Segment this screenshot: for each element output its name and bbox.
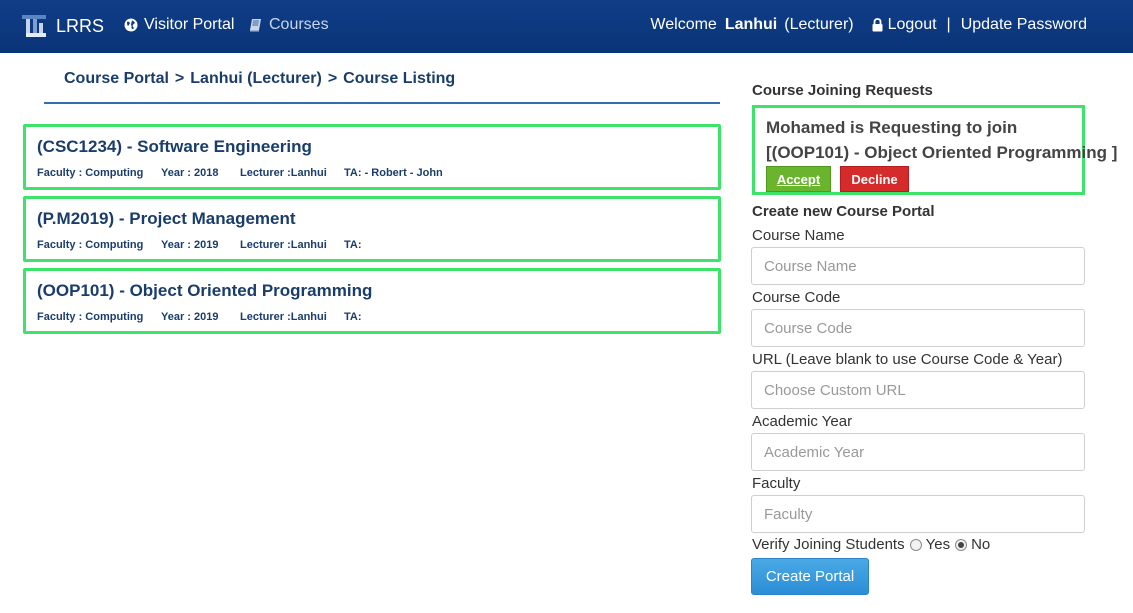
visitor-portal-link[interactable]: Visitor Portal (124, 16, 234, 34)
verify-students-label: Verify Joining Students (752, 536, 905, 553)
course-meta: Faculty : Computing Year : 2019 Lecturer… (37, 239, 362, 251)
course-meta: Faculty : Computing Year : 2019 Lecturer… (37, 311, 362, 323)
logout-label: Logout (887, 16, 937, 33)
user-role: (Lecturer) (784, 16, 854, 33)
request-course: [(OOP101) - Object Oriented Programming … (766, 143, 1118, 162)
user-name: Lanhui (724, 16, 778, 33)
breadcrumb-user[interactable]: Lanhui (Lecturer) (190, 70, 322, 87)
create-portal-heading: Create new Course Portal (752, 203, 935, 220)
course-year: Year : 2019 (161, 239, 219, 251)
course-year: Year : 2019 (161, 311, 219, 323)
course-title[interactable]: (CSC1234) - Software Engineering (37, 137, 312, 157)
course-lecturer: Lecturer :Lanhui (240, 239, 327, 251)
course-lecturer: Lecturer :Lanhui (240, 167, 327, 179)
academic-year-label: Academic Year (752, 413, 853, 430)
courses-link[interactable]: Courses (249, 16, 329, 34)
top-navbar: LRRS Visitor Portal Courses Welcome Lanh… (0, 0, 1133, 53)
update-password-link[interactable]: Update Password (961, 16, 1087, 34)
course-ta: TA: - Robert - John (344, 167, 443, 179)
book-icon (250, 19, 261, 32)
faculty-label: Faculty (752, 475, 801, 492)
course-title[interactable]: (P.M2019) - Project Management (37, 209, 296, 229)
course-lecturer: Lecturer :Lanhui (240, 311, 327, 323)
decline-button[interactable]: Decline (840, 166, 909, 192)
brand-link[interactable]: LRRS (20, 13, 104, 39)
request-text: Mohamed is Requesting to join (766, 118, 1018, 137)
nav-separator: | (946, 16, 951, 33)
course-title[interactable]: (OOP101) - Object Oriented Programming (37, 281, 372, 301)
brand-name: LRRS (56, 15, 105, 36)
course-code-input[interactable] (751, 309, 1085, 347)
accept-button[interactable]: Accept (766, 166, 831, 192)
logout-link[interactable]: Logout (872, 16, 937, 34)
course-name-label: Course Name (752, 227, 845, 244)
breadcrumb-separator: > (174, 70, 185, 87)
course-code-label: Course Code (752, 289, 841, 306)
url-label: URL (Leave blank to use Course Code & Ye… (752, 351, 1063, 368)
course-card[interactable]: (P.M2019) - Project Management Faculty :… (23, 196, 721, 262)
faculty-input[interactable] (751, 495, 1085, 533)
course-card[interactable]: (OOP101) - Object Oriented Programming F… (23, 268, 721, 334)
breadcrumb-separator: > (327, 70, 338, 87)
welcome-text: Welcome (650, 16, 717, 33)
verify-yes-label: Yes (925, 536, 951, 553)
course-faculty: Faculty : Computing (37, 239, 144, 251)
breadcrumb: Course Portal > Lanhui (Lecturer) > Course L… (44, 70, 720, 104)
globe-icon (124, 18, 138, 32)
verify-no-radio[interactable] (955, 538, 968, 551)
course-year: Year : 2018 (161, 167, 219, 179)
lock-icon (872, 18, 883, 32)
course-name-input[interactable] (751, 247, 1085, 285)
course-faculty: Faculty : Computing (37, 311, 144, 323)
course-meta: Faculty : Computing Year : 2018 Lecturer… (37, 167, 443, 179)
verify-students-row: Verify Joining Students Yes No (752, 536, 990, 553)
join-request: Mohamed is Requesting to join [(OOP101) … (752, 105, 1117, 195)
join-requests-heading: Course Joining Requests (752, 82, 933, 99)
verify-no-label: No (971, 536, 991, 553)
course-ta: TA: (344, 239, 362, 251)
user-menu: Welcome Lanhui (Lecturer) Logout | Updat… (650, 16, 1087, 34)
verify-yes-radio[interactable] (909, 538, 922, 551)
create-portal-button[interactable]: Create Portal (751, 558, 869, 595)
courses-label: Courses (269, 16, 329, 33)
academic-year-input[interactable] (751, 433, 1085, 471)
custom-url-input[interactable] (751, 371, 1085, 409)
course-card[interactable]: (CSC1234) - Software Engineering Faculty… (23, 124, 721, 190)
breadcrumb-course-portal[interactable]: Course Portal (64, 70, 169, 87)
course-ta: TA: (344, 311, 362, 323)
breadcrumb-course-listing: Course Listing (343, 70, 456, 87)
visitor-portal-label: Visitor Portal (144, 16, 235, 33)
course-faculty: Faculty : Computing (37, 167, 144, 179)
lrrs-logo-icon (22, 15, 46, 37)
